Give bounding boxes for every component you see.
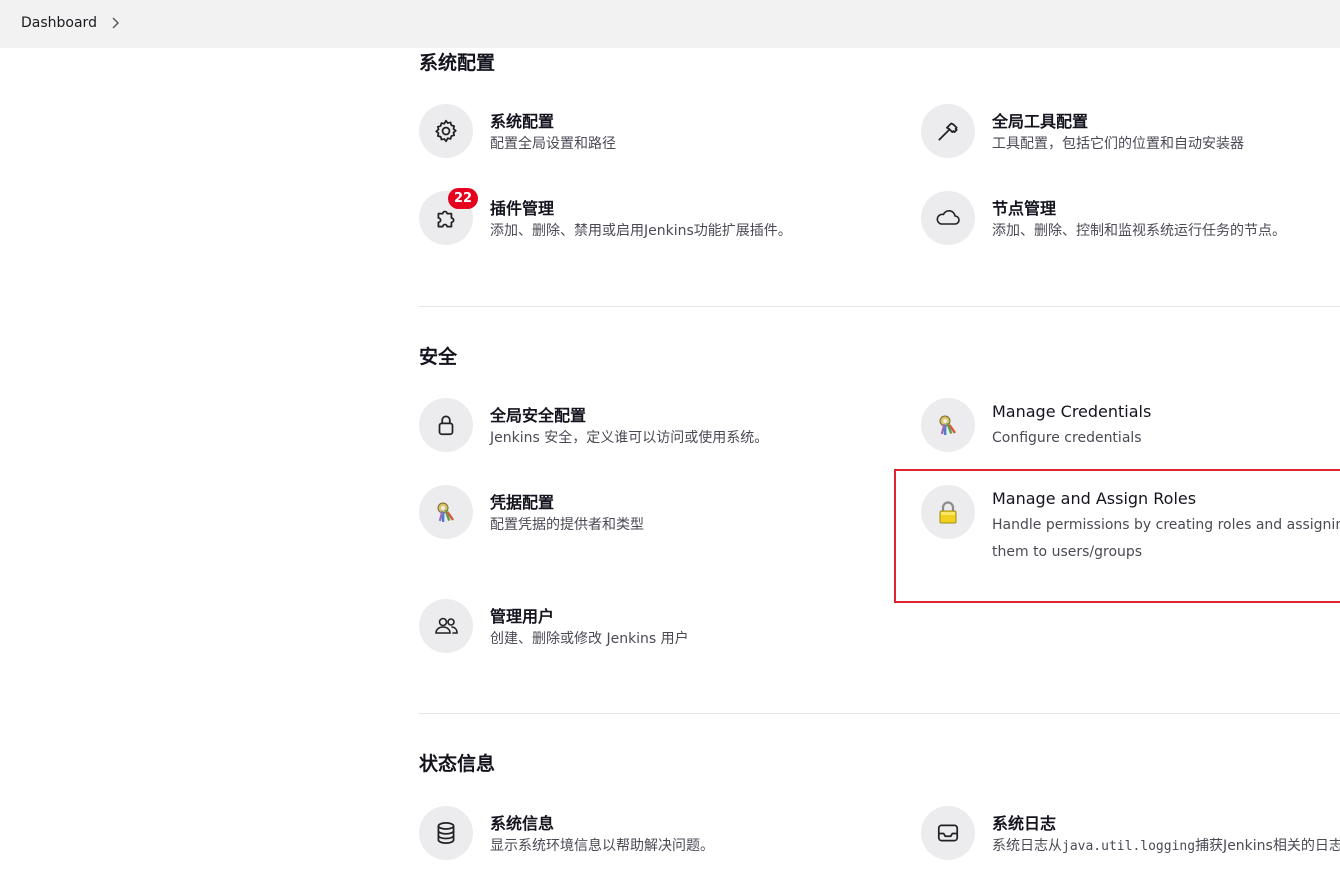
desc-suffix: 捕获Jenkins相关的日志信息。 [1195, 838, 1340, 854]
hammer-icon [921, 104, 975, 158]
lock-icon [419, 398, 473, 452]
item-title: 全局工具配置 [992, 112, 1089, 131]
section-divider [419, 713, 1340, 714]
item-system-config[interactable]: 系统配置 配置全局设置和路径 [419, 104, 899, 184]
desc-code: java.util.logging [1062, 839, 1196, 854]
item-description: Configure credentials [992, 430, 1142, 446]
item-plugin-manager[interactable]: 22 插件管理 添加、删除、禁用或启用Jenkins功能扩展插件。 [419, 188, 899, 271]
item-title: 凭据配置 [490, 493, 555, 512]
update-count-badge: 22 [448, 188, 478, 209]
item-title: 管理用户 [490, 607, 555, 626]
item-system-log[interactable]: 系统日志 系统日志从java.util.logging捕获Jenkins相关的日… [921, 806, 1340, 886]
item-credential-config[interactable]: 凭据配置 配置凭据的提供者和类型 [419, 485, 899, 565]
section-divider [419, 306, 1340, 307]
section-title-status: 状态信息 [419, 753, 496, 775]
item-description: 添加、删除、禁用或启用Jenkins功能扩展插件。 [490, 223, 792, 239]
item-manage-credentials[interactable]: Manage Credentials Configure credentials [921, 398, 1340, 478]
inbox-icon [921, 806, 975, 860]
item-description: 显示系统环境信息以帮助解决问题。 [490, 838, 714, 854]
breadcrumb-bar: Dashboard [0, 0, 1340, 48]
cloud-icon [921, 191, 975, 245]
item-title: 系统信息 [490, 814, 555, 833]
item-title: 插件管理 [490, 199, 555, 218]
item-description: 系统日志从java.util.logging捕获Jenkins相关的日志信息。 [992, 833, 1340, 860]
item-description: 创建、删除或修改 Jenkins 用户 [490, 631, 689, 647]
section-title-system-config: 系统配置 [419, 52, 496, 74]
item-description: 工具配置，包括它们的位置和自动安装器 [992, 136, 1244, 152]
item-description: 配置全局设置和路径 [490, 136, 616, 152]
chevron-right-icon[interactable] [110, 16, 122, 30]
section-title-security: 安全 [419, 346, 458, 368]
item-global-tool-config[interactable]: 全局工具配置 工具配置，包括它们的位置和自动安装器 [921, 104, 1340, 184]
item-title: 节点管理 [992, 199, 1057, 218]
item-manage-users[interactable]: 管理用户 创建、删除或修改 Jenkins 用户 [419, 599, 899, 679]
breadcrumb-dashboard[interactable]: Dashboard [21, 15, 97, 31]
item-global-security[interactable]: 全局安全配置 Jenkins 安全，定义谁可以访问或使用系统。 [419, 398, 899, 478]
database-icon [419, 806, 473, 860]
item-description: Jenkins 安全，定义谁可以访问或使用系统。 [490, 430, 769, 446]
item-description: 配置凭据的提供者和类型 [490, 517, 644, 533]
item-title: 系统日志 [992, 814, 1057, 833]
users-icon [419, 599, 473, 653]
credentials-keys-icon [921, 398, 975, 452]
item-title: 全局安全配置 [490, 406, 587, 425]
item-system-info[interactable]: 系统信息 显示系统环境信息以帮助解决问题。 [419, 806, 899, 886]
desc-prefix: 系统日志从 [992, 838, 1062, 854]
item-title: Manage Credentials [992, 402, 1152, 421]
item-title: 系统配置 [490, 112, 555, 131]
highlight-box [894, 469, 1340, 603]
gear-icon [419, 104, 473, 158]
credentials-keys-icon [419, 485, 473, 539]
item-node-manager[interactable]: 节点管理 添加、删除、控制和监视系统运行任务的节点。 [921, 191, 1340, 271]
item-description: 添加、删除、控制和监视系统运行任务的节点。 [992, 223, 1286, 239]
